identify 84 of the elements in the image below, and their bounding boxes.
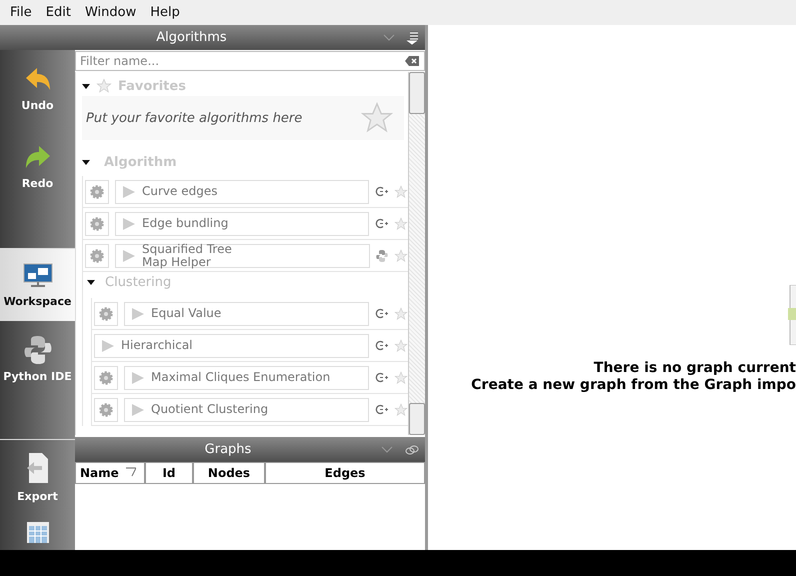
play-icon (101, 338, 115, 352)
algorithm-name: Equal Value (151, 307, 222, 320)
plugin-icon (375, 308, 388, 319)
menu-item[interactable]: Help (144, 5, 186, 20)
algorithm-button[interactable]: Hierarchical (94, 334, 369, 358)
plugin-icon (375, 186, 388, 197)
algorithm-name: Curve edges (142, 185, 218, 198)
play-icon (131, 306, 145, 320)
favorite-star-icon[interactable] (394, 402, 408, 416)
gear-icon[interactable] (99, 402, 113, 416)
expanded-arrow-icon[interactable] (82, 158, 90, 166)
filter-field[interactable]: Filter name... (75, 51, 425, 71)
algorithm-button[interactable]: Equal Value (124, 302, 369, 326)
gear-icon[interactable] (90, 248, 104, 262)
settings-button[interactable] (85, 180, 109, 204)
chevron-icon[interactable] (381, 446, 393, 454)
expanded-arrow-icon[interactable] (87, 278, 95, 286)
algorithm-name: Squarified Tree Map Helper (142, 242, 232, 268)
column-header[interactable]: Edges (265, 462, 425, 484)
gear-icon[interactable] (99, 306, 113, 320)
column-header[interactable]: Nodes (193, 462, 265, 484)
sidebar-button[interactable]: Undo (0, 50, 75, 128)
favorite-star-icon[interactable] (394, 216, 408, 230)
algorithm-name: Hierarchical (121, 339, 193, 352)
empty-message: There is no graph current (594, 360, 796, 377)
undo-arrow-icon (24, 66, 52, 92)
play-icon (122, 216, 136, 230)
favorite-star-icon[interactable] (394, 184, 408, 198)
gear-icon[interactable] (99, 370, 113, 384)
play-icon (131, 402, 145, 416)
algorithm-button[interactable]: Curve edges (115, 180, 369, 204)
scrollbar[interactable] (408, 72, 425, 435)
expanded-arrow-icon[interactable] (82, 82, 90, 90)
play-icon (131, 370, 145, 384)
menu-item[interactable]: File (4, 5, 38, 20)
settings-button[interactable] (94, 398, 118, 422)
settings-button[interactable] (94, 302, 118, 326)
menu-item[interactable]: Edit (40, 5, 77, 20)
sidebar-button[interactable]: Redo (0, 128, 75, 207)
algorithm-name: Quotient Clustering (151, 403, 268, 416)
spreadsheet-icon (26, 521, 50, 543)
algorithm-button[interactable]: Edge bundling (115, 212, 369, 236)
clear-icon[interactable] (405, 56, 419, 66)
star-icon[interactable] (360, 101, 394, 135)
menu-item[interactable]: Window (78, 5, 142, 20)
gear-icon[interactable] (90, 216, 104, 230)
plugin-icon (375, 372, 388, 383)
algorithm-button[interactable]: Maximal Cliques Enumeration (124, 366, 369, 390)
favorite-star-icon[interactable] (394, 248, 408, 262)
star-icon[interactable] (96, 78, 112, 94)
plugin-icon (375, 340, 388, 351)
document-arrow-icon (24, 452, 50, 484)
sidebar-button[interactable]: Python IDE (0, 321, 75, 397)
panel-title: Algorithms (155, 30, 228, 45)
sidebar-button[interactable]: Workspace (0, 249, 75, 321)
panel-title: Graphs (204, 442, 252, 457)
algorithm-button[interactable]: Quotient Clustering (124, 398, 369, 422)
sort-icon (126, 467, 136, 477)
options-icon[interactable] (405, 30, 419, 44)
column-header[interactable]: Id (145, 462, 193, 484)
plugin-icon (375, 404, 388, 415)
favorite-star-icon[interactable] (394, 306, 408, 320)
play-icon (122, 248, 136, 262)
link-icon[interactable] (405, 444, 419, 454)
settings-button[interactable] (94, 366, 118, 390)
play-icon (122, 184, 136, 198)
algorithm-button[interactable]: Squarified Tree Map Helper (115, 244, 370, 268)
monitor-icon (22, 262, 52, 288)
plugin-icon (375, 218, 388, 229)
favorite-star-icon[interactable] (394, 338, 408, 352)
gear-icon[interactable] (90, 184, 104, 198)
python-icon (376, 250, 388, 262)
favorites-hint: Put your favorite algorithms here (86, 110, 302, 126)
subsection-title: Clustering (105, 274, 172, 290)
column-header[interactable]: Name (75, 462, 145, 484)
settings-button[interactable] (85, 212, 109, 236)
favorite-star-icon[interactable] (394, 370, 408, 384)
algorithm-name: Maximal Cliques Enumeration (151, 371, 330, 384)
settings-button[interactable] (85, 244, 109, 268)
sidebar-button[interactable]: Export (0, 440, 75, 515)
algorithm-name: Edge bundling (142, 217, 228, 230)
python-icon (24, 336, 52, 364)
empty-message: Create a new graph from the Graph impo (471, 377, 796, 394)
chevron-icon[interactable] (383, 34, 395, 42)
